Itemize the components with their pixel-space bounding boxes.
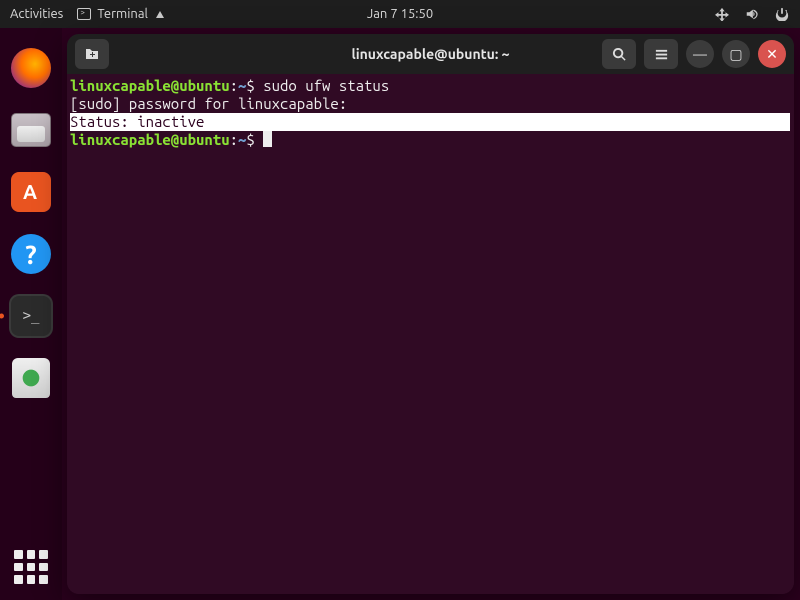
terminal-output[interactable]: linuxcapable@ubuntu:~$ sudo ufw status [… [67,74,794,594]
dock-item-firefox[interactable] [9,46,53,90]
hamburger-icon [654,47,669,62]
app-menu[interactable]: Terminal [77,7,164,21]
dock-item-trash[interactable] [9,356,53,400]
dock-item-software[interactable] [9,170,53,214]
files-icon [11,113,51,147]
dock: ? >_ [0,28,62,600]
dock-item-help[interactable]: ? [9,232,53,276]
maximize-button[interactable]: ▢ [722,40,750,68]
firefox-icon [11,48,51,88]
power-icon[interactable] [774,6,790,22]
window-title: linuxcapable@ubuntu: ~ [351,46,509,62]
output-line: [sudo] password for linuxcapable: [70,95,347,112]
network-icon[interactable] [714,6,730,22]
window-titlebar[interactable]: linuxcapable@ubuntu: ~ ― ▢ ✕ [67,34,794,74]
search-button[interactable] [602,39,636,69]
activities-button[interactable]: Activities [10,7,63,21]
show-applications-button[interactable] [14,550,48,584]
workspace: ? >_ linuxcapable@ubuntu: ~ [0,28,800,600]
trash-icon [12,358,50,398]
prompt-symbol: $ [246,77,263,94]
minimize-button[interactable]: ― [686,40,714,68]
new-tab-icon [84,46,100,62]
new-tab-button[interactable] [75,39,109,69]
prompt-colon: : [230,131,238,148]
prompt-colon: : [230,77,238,94]
desktop: linuxcapable@ubuntu: ~ ― ▢ ✕ linuxcapabl… [62,28,800,600]
volume-icon[interactable] [744,6,760,22]
top-panel: Activities Terminal Jan 7 15:50 [0,0,800,28]
terminal-app-icon: >_ [11,296,51,336]
terminal-indicator-icon [77,8,91,20]
prompt-user: linuxcapable@ubuntu [70,131,230,148]
output-line-highlighted: Status: inactive [70,113,790,131]
hamburger-menu-button[interactable] [644,39,678,69]
prompt-symbol: $ [246,131,263,148]
maximize-icon: ▢ [729,47,742,61]
dock-item-files[interactable] [9,108,53,152]
close-icon: ✕ [766,47,778,61]
close-button[interactable]: ✕ [758,40,786,68]
cursor [263,131,272,147]
search-icon [612,47,627,62]
minimize-icon: ― [693,47,707,61]
software-icon [11,172,51,212]
terminal-window: linuxcapable@ubuntu: ~ ― ▢ ✕ linuxcapabl… [67,34,794,594]
prompt-user: linuxcapable@ubuntu [70,77,230,94]
chevron-down-icon [156,11,164,18]
help-icon: ? [11,234,51,274]
command-text: sudo ufw status [263,77,389,94]
clock[interactable]: Jan 7 15:50 [367,7,433,21]
app-menu-label: Terminal [97,7,148,21]
dock-item-terminal[interactable]: >_ [9,294,53,338]
